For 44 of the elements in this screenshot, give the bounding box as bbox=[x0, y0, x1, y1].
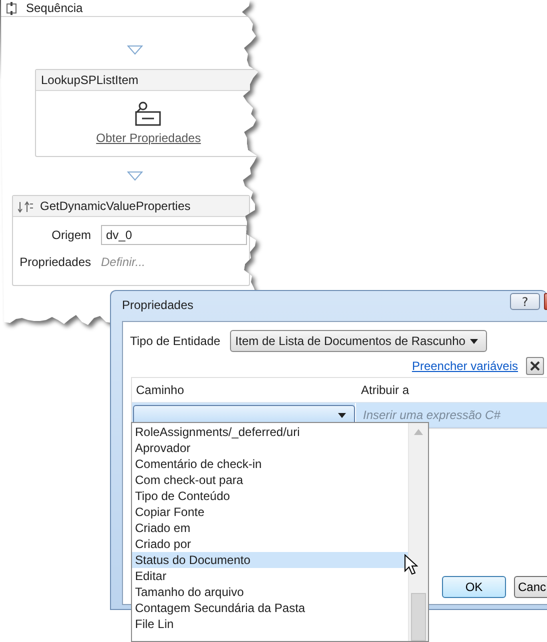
field-label: Propriedades bbox=[18, 255, 91, 269]
dropdown-item[interactable]: Copiar Fonte bbox=[132, 504, 408, 520]
dropdown-arrow-icon bbox=[470, 338, 478, 344]
sequence-title: Sequência bbox=[26, 1, 83, 15]
field-label: Origem bbox=[50, 228, 91, 242]
dropdown-item[interactable]: Criado em bbox=[132, 520, 408, 536]
ok-button[interactable]: OK bbox=[442, 576, 506, 598]
define-link[interactable]: Definir... bbox=[101, 255, 249, 269]
activity-card[interactable]: GetDynamicValueProperties Origem dv_0 Propriedades Definir... bbox=[12, 195, 250, 286]
dropdown-item[interactable]: Tipo de Conteúdo bbox=[132, 488, 408, 504]
dynamic-value-icon bbox=[18, 200, 34, 212]
dropdown-item[interactable]: Criado por bbox=[132, 536, 408, 552]
drop-arrow-icon bbox=[127, 45, 143, 55]
dropdown-item[interactable]: Editar bbox=[132, 568, 408, 584]
dropdown-item[interactable]: File Lin bbox=[132, 616, 408, 632]
dropdown-item[interactable]: Aprovador bbox=[132, 440, 408, 456]
dropdown-item[interactable]: Status do Documento bbox=[132, 552, 408, 568]
delete-button[interactable] bbox=[526, 357, 544, 375]
close-button[interactable] bbox=[544, 293, 547, 310]
entity-type-label: Tipo de Entidade bbox=[130, 334, 220, 348]
entity-type-dropdown[interactable]: Item de Lista de Documentos de Rascunho bbox=[230, 330, 488, 352]
column-header: Atribuir a bbox=[360, 383, 410, 397]
activity-link[interactable]: Obter Propriedades bbox=[96, 131, 201, 145]
dropdown-item[interactable]: Comentário de check-in bbox=[132, 456, 408, 472]
dropdown-item[interactable]: RoleAssignments/_deferred/uri bbox=[132, 424, 408, 440]
scroll-thumb[interactable] bbox=[411, 593, 426, 641]
fill-variables-link[interactable]: Preencher variáveis bbox=[412, 359, 518, 373]
drop-arrow-icon bbox=[127, 171, 143, 181]
dialog-title: Propriedades bbox=[122, 298, 194, 312]
dropdown-item[interactable]: Tamanho do arquivo bbox=[132, 584, 408, 600]
close-icon bbox=[530, 361, 540, 371]
scrollbar[interactable] bbox=[408, 423, 428, 641]
input-field[interactable]: dv_0 bbox=[101, 225, 247, 245]
sequence-icon bbox=[5, 2, 18, 14]
cancel-button[interactable]: Canc bbox=[514, 576, 547, 598]
activity-title: LookupSPListItem bbox=[41, 73, 138, 87]
lookup-icon bbox=[135, 101, 162, 127]
help-button[interactable]: ? bbox=[510, 293, 540, 310]
column-header: Caminho bbox=[135, 383, 186, 397]
dropdown-arrow-icon bbox=[338, 412, 346, 418]
activity-title: GetDynamicValueProperties bbox=[40, 199, 191, 213]
mouse-cursor-icon bbox=[404, 554, 418, 576]
dropdown-item[interactable]: Com check-out para bbox=[132, 472, 408, 488]
dropdown-item[interactable]: Contagem Secundária da Pasta bbox=[132, 600, 408, 616]
